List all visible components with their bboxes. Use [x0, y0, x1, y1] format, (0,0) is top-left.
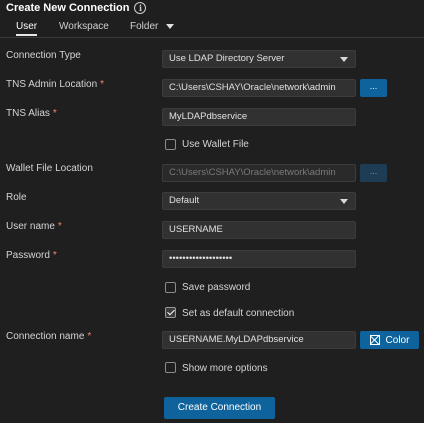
tns-admin-browse-button[interactable]: ...	[360, 79, 387, 97]
use-wallet-file-checkbox[interactable]	[165, 139, 176, 150]
dialog-title: Create New Connection i	[6, 2, 147, 14]
use-wallet-file-label: Use Wallet File	[182, 139, 249, 150]
connection-type-select[interactable]: Use LDAP Directory Server	[162, 50, 356, 68]
connection-name-input[interactable]: USERNAME.MyLDAPdbservice	[162, 331, 356, 349]
set-default-checkbox[interactable]	[165, 307, 176, 318]
password-label-text: Password	[6, 250, 50, 261]
user-name-label-text: User name	[6, 221, 55, 232]
tab-bar: User Workspace Folder	[0, 17, 424, 36]
tns-alias-input[interactable]: MyLDAPdbservice	[162, 108, 356, 126]
tns-admin-location-label: TNS Admin Location *	[6, 79, 104, 90]
chevron-down-icon	[340, 57, 348, 62]
info-icon[interactable]: i	[134, 2, 147, 14]
chevron-down-icon	[340, 199, 348, 204]
required-marker: *	[57, 221, 62, 232]
role-label: Role	[6, 192, 27, 203]
required-marker: *	[52, 250, 57, 261]
required-marker: *	[52, 108, 57, 119]
color-button[interactable]: Color	[360, 331, 419, 349]
connection-type-value: Use LDAP Directory Server	[169, 53, 285, 64]
role-value: Default	[169, 195, 200, 206]
user-name-input[interactable]: USERNAME	[162, 221, 356, 239]
tab-user[interactable]: User	[16, 17, 38, 36]
tns-alias-label: TNS Alias *	[6, 108, 57, 119]
tns-admin-location-input[interactable]: C:\Users\CSHAY\Oracle\network\admin	[162, 79, 356, 97]
connection-type-label: Connection Type	[6, 50, 81, 61]
show-more-options-checkbox[interactable]	[165, 362, 176, 373]
color-button-label: Color	[385, 334, 410, 346]
connection-name-label: Connection name *	[6, 331, 91, 342]
tns-alias-label-text: TNS Alias	[6, 108, 50, 119]
save-password-label: Save password	[182, 282, 251, 293]
set-default-label: Set as default connection	[182, 308, 295, 319]
wallet-file-location-input: C:\Users\CSHAY\Oracle\network\admin	[162, 164, 356, 182]
connection-name-label-text: Connection name	[6, 331, 85, 342]
color-swatch-icon	[369, 335, 380, 345]
wallet-browse-button: ...	[360, 164, 387, 182]
tab-folder[interactable]: Folder	[130, 17, 158, 36]
required-marker: *	[100, 79, 105, 90]
wallet-file-location-label: Wallet File Location	[6, 163, 93, 174]
save-password-checkbox[interactable]	[165, 282, 176, 293]
tns-admin-location-label-text: TNS Admin Location	[6, 79, 98, 90]
tab-workspace[interactable]: Workspace	[59, 17, 109, 36]
chevron-down-icon[interactable]	[166, 24, 174, 29]
tab-divider	[0, 37, 424, 38]
password-label: Password *	[6, 250, 57, 261]
user-name-label: User name *	[6, 221, 62, 232]
page-title: Create New Connection	[6, 2, 130, 14]
required-marker: *	[87, 331, 92, 342]
create-connection-button[interactable]: Create Connection	[164, 397, 275, 419]
password-input[interactable]: •••••••••••••••••••	[162, 250, 356, 268]
role-select[interactable]: Default	[162, 192, 356, 210]
show-more-options-label: Show more options	[182, 363, 268, 374]
